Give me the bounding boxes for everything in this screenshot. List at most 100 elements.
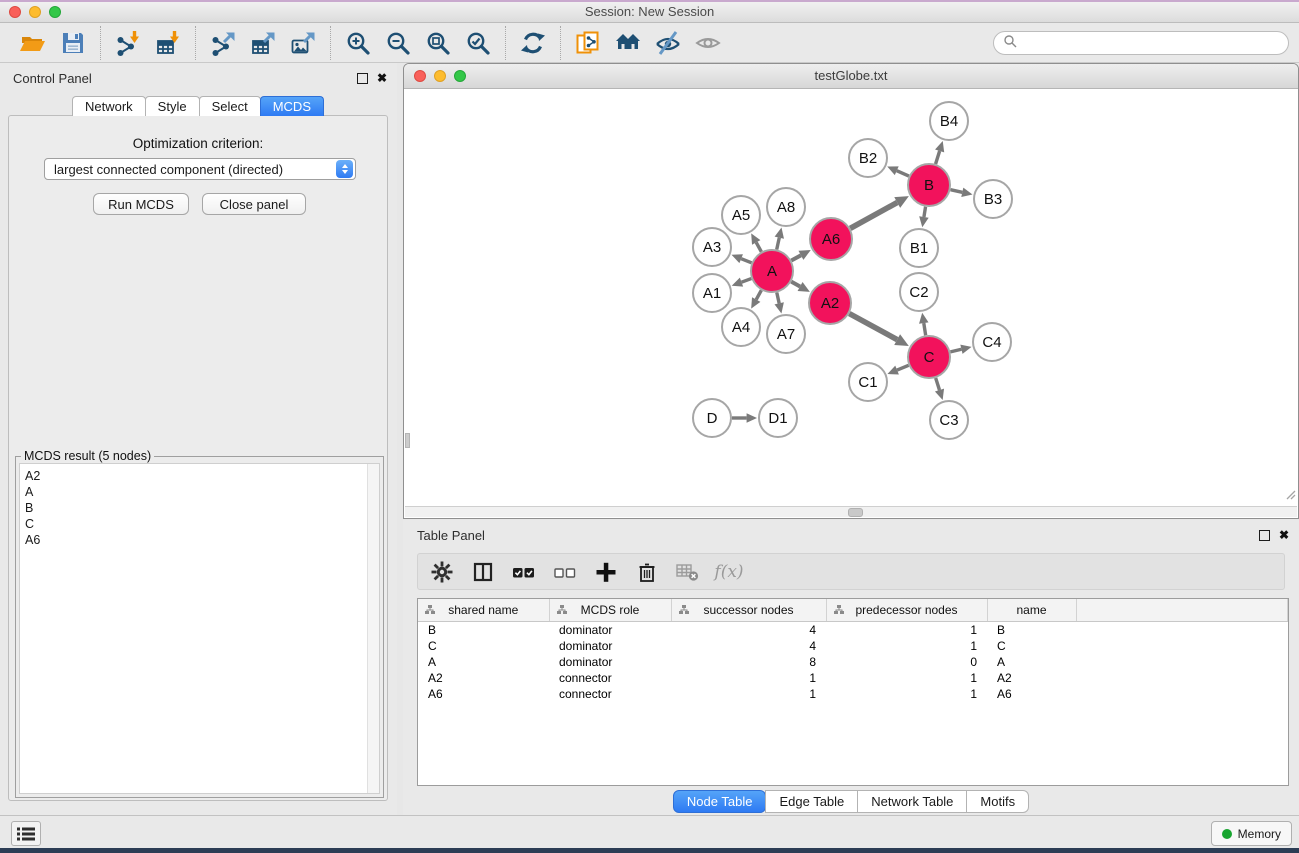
- table-row[interactable]: A2connector11A2: [418, 670, 1288, 686]
- network-close-button[interactable]: [414, 70, 426, 82]
- graph-edge-A6-B[interactable]: [850, 203, 897, 229]
- export-image-icon[interactable]: [287, 27, 319, 59]
- graph-edge-A-A8[interactable]: [777, 238, 780, 250]
- optimization-criterion-select[interactable]: largest connected component (directed): [44, 158, 356, 180]
- graph-edge-A-A6[interactable]: [791, 255, 801, 260]
- import-table-icon[interactable]: [152, 27, 184, 59]
- graph-edge-B-B4[interactable]: [936, 151, 940, 164]
- refresh-layout-icon[interactable]: [517, 27, 549, 59]
- graph-node-A6[interactable]: A6: [810, 218, 852, 260]
- column-header-shared-name[interactable]: shared name: [418, 599, 549, 622]
- cell-mcds-role[interactable]: dominator: [549, 654, 671, 670]
- table-row[interactable]: Adominator80A: [418, 654, 1288, 670]
- cell-successor-nodes[interactable]: 8: [671, 654, 826, 670]
- deselect-all-checks-icon[interactable]: [551, 558, 579, 586]
- close-window-button[interactable]: [9, 6, 21, 18]
- tab-style[interactable]: Style: [145, 96, 200, 116]
- run-mcds-button[interactable]: Run MCDS: [93, 193, 189, 215]
- mcds-result-list[interactable]: A2ABCA6: [19, 463, 380, 794]
- graph-node-D[interactable]: D: [693, 399, 731, 437]
- graph-node-A2[interactable]: A2: [809, 282, 851, 324]
- graph-edge-C-C4[interactable]: [950, 349, 961, 352]
- cell-shared-name[interactable]: B: [418, 622, 549, 639]
- graph-node-C1[interactable]: C1: [849, 363, 887, 401]
- graph-node-A8[interactable]: A8: [767, 188, 805, 226]
- zoom-in-icon[interactable]: [342, 27, 374, 59]
- table-row[interactable]: A6connector11A6: [418, 686, 1288, 702]
- graph-node-A7[interactable]: A7: [767, 315, 805, 353]
- cell-successor-nodes[interactable]: 4: [671, 638, 826, 654]
- close-panel-button[interactable]: Close panel: [202, 193, 306, 215]
- column-header-predecessor-nodes[interactable]: predecessor nodes: [826, 599, 987, 622]
- graph-edge-A-A3[interactable]: [741, 259, 751, 263]
- mcds-result-item[interactable]: C: [20, 516, 379, 532]
- show-elements-icon[interactable]: [692, 27, 724, 59]
- delete-column-icon[interactable]: [633, 558, 661, 586]
- graph-node-B[interactable]: B: [908, 164, 950, 206]
- graph-node-C[interactable]: C: [908, 336, 950, 378]
- clone-network-icon[interactable]: [572, 27, 604, 59]
- graph-edge-B-B2[interactable]: [897, 171, 909, 176]
- close-panel-icon[interactable]: ✖: [1279, 529, 1289, 541]
- add-column-icon[interactable]: [592, 558, 620, 586]
- show-panels-list-button[interactable]: [11, 821, 41, 846]
- graph-edge-C-C2[interactable]: [924, 323, 926, 335]
- cell-predecessor-nodes[interactable]: 1: [826, 622, 987, 639]
- search-input[interactable]: [1022, 35, 1279, 51]
- graph-node-A5[interactable]: A5: [722, 196, 760, 234]
- tab-select[interactable]: Select: [199, 96, 261, 116]
- graph-node-B1[interactable]: B1: [900, 229, 938, 267]
- graph-node-C2[interactable]: C2: [900, 273, 938, 311]
- cell-successor-nodes[interactable]: 1: [671, 670, 826, 686]
- graph-edge-B-B1[interactable]: [924, 207, 926, 217]
- graph-edge-A-A1[interactable]: [741, 279, 751, 283]
- cell-successor-nodes[interactable]: 1: [671, 686, 826, 702]
- graph-node-A3[interactable]: A3: [693, 228, 731, 266]
- graph-edge-A2-C[interactable]: [849, 314, 897, 340]
- cell-mcds-role[interactable]: dominator: [549, 638, 671, 654]
- zoom-selected-icon[interactable]: [462, 27, 494, 59]
- graph-node-A1[interactable]: A1: [693, 274, 731, 312]
- network-canvas[interactable]: AA1A2A3A4A5A6A7A8BB1B2B3B4CC1C2C3C4DD1: [405, 89, 1297, 506]
- hide-elements-icon[interactable]: [652, 27, 684, 59]
- column-header-name[interactable]: name: [987, 599, 1076, 622]
- cell-mcds-role[interactable]: dominator: [549, 622, 671, 639]
- cell-predecessor-nodes[interactable]: 1: [826, 638, 987, 654]
- network-zoom-button[interactable]: [454, 70, 466, 82]
- graph-node-A[interactable]: A: [751, 250, 793, 292]
- graph-node-B3[interactable]: B3: [974, 180, 1012, 218]
- cell-mcds-role[interactable]: connector: [549, 670, 671, 686]
- horizontal-scrollbar[interactable]: [405, 506, 1297, 517]
- export-table-icon[interactable]: [247, 27, 279, 59]
- resize-grip-icon[interactable]: [1284, 487, 1296, 505]
- graph-node-A4[interactable]: A4: [722, 308, 760, 346]
- graph-edge-A-A7[interactable]: [777, 292, 779, 303]
- cell-name[interactable]: A2: [987, 670, 1076, 686]
- cell-shared-name[interactable]: C: [418, 638, 549, 654]
- home-view-icon[interactable]: [612, 27, 644, 59]
- zoom-fit-icon[interactable]: [422, 27, 454, 59]
- graph-node-B2[interactable]: B2: [849, 139, 887, 177]
- graph-edge-A-A2[interactable]: [791, 282, 800, 287]
- save-session-icon[interactable]: [57, 27, 89, 59]
- graph-node-B4[interactable]: B4: [930, 102, 968, 140]
- float-panel-icon[interactable]: [357, 73, 368, 84]
- tab-motifs[interactable]: Motifs: [966, 790, 1029, 813]
- graph-node-D1[interactable]: D1: [759, 399, 797, 437]
- mcds-result-item[interactable]: A: [20, 484, 379, 500]
- horizontal-scrollbar-thumb[interactable]: [848, 508, 863, 517]
- float-panel-icon[interactable]: [1259, 530, 1270, 541]
- graph-edge-C-C3[interactable]: [936, 378, 940, 390]
- memory-button[interactable]: Memory: [1211, 821, 1292, 846]
- cell-mcds-role[interactable]: connector: [549, 686, 671, 702]
- cell-name[interactable]: A6: [987, 686, 1076, 702]
- network-minimize-button[interactable]: [434, 70, 446, 82]
- graph-edge-B-B3[interactable]: [950, 190, 962, 193]
- cell-predecessor-nodes[interactable]: 1: [826, 670, 987, 686]
- graph-node-C4[interactable]: C4: [973, 323, 1011, 361]
- cell-shared-name[interactable]: A6: [418, 686, 549, 702]
- table-settings-gear-icon[interactable]: [428, 558, 456, 586]
- mcds-result-item[interactable]: A6: [20, 532, 379, 548]
- zoom-window-button[interactable]: [49, 6, 61, 18]
- open-session-folder-icon[interactable]: [17, 27, 49, 59]
